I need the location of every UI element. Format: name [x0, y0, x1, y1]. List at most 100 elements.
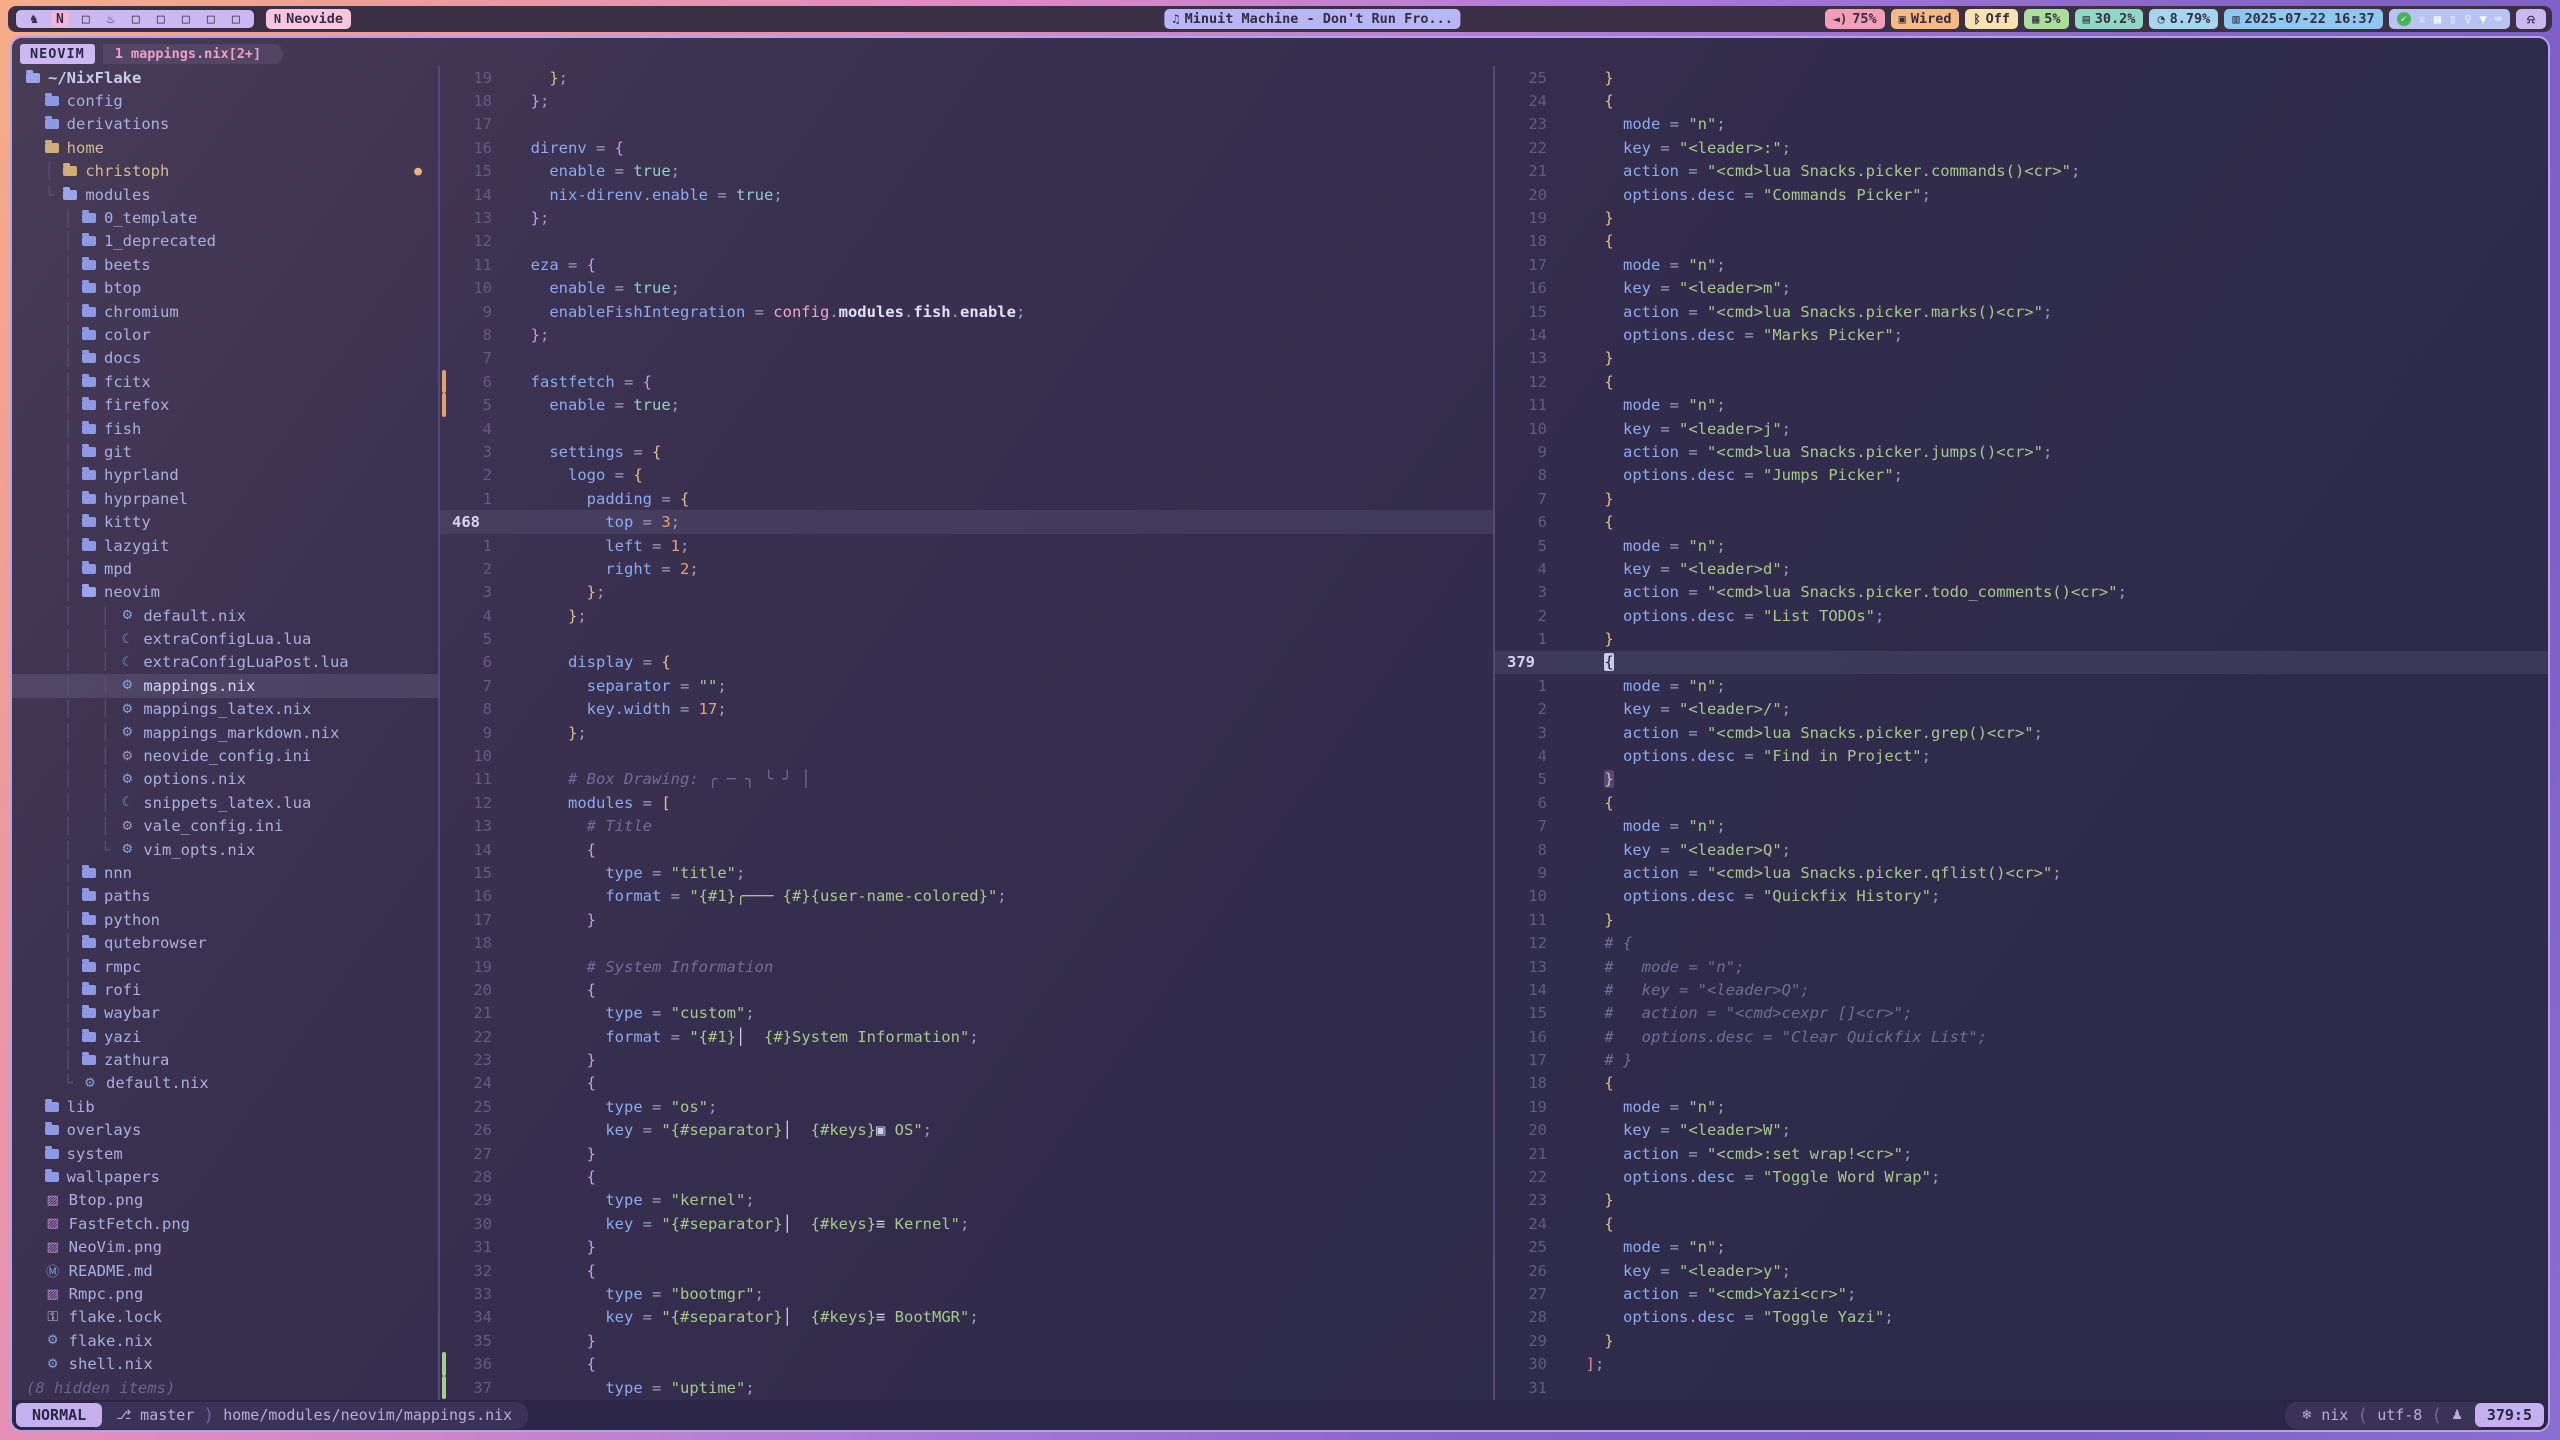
code-line[interactable]: 28 {	[440, 1165, 1493, 1188]
code-line[interactable]: 14 options.desc = "Marks Picker";	[1495, 323, 2548, 346]
check-circle-icon[interactable]: ✓	[2397, 12, 2411, 26]
code-line[interactable]: 7 }	[1495, 487, 2548, 510]
code-line[interactable]: 1 padding = {	[440, 487, 1493, 510]
tree-item-mappings-latex-nix[interactable]: │ │ ⚙mappings_latex.nix	[26, 698, 438, 721]
tree-item-config[interactable]: config	[26, 89, 438, 112]
code-line[interactable]: 1 mode = "n";	[1495, 674, 2548, 697]
code-line[interactable]: 10 enable = true;	[440, 277, 1493, 300]
code-line[interactable]: 7 separator = "";	[440, 674, 1493, 697]
workspace-workspace-9[interactable]: □	[228, 11, 244, 27]
code-line[interactable]: 9 };	[440, 721, 1493, 744]
code-line[interactable]: 25 type = "os";	[440, 1095, 1493, 1118]
tree-item-neovide-config-ini[interactable]: │ │ ⚙neovide_config.ini	[26, 744, 438, 767]
code-line[interactable]: 29 type = "kernel";	[440, 1189, 1493, 1212]
key-icon[interactable]: ♀	[2464, 12, 2471, 26]
tree-item-lib[interactable]: lib	[26, 1095, 438, 1118]
code-line[interactable]: 18 {	[1495, 1072, 2548, 1095]
code-line[interactable]: 14 # key = "<leader>Q";	[1495, 978, 2548, 1001]
code-line[interactable]: 468 top = 3;	[440, 510, 1493, 533]
tree-item-default-nix[interactable]: └ ⚙default.nix	[26, 1072, 438, 1095]
tree-item-qutebrowser[interactable]: │ qutebrowser	[26, 931, 438, 954]
tree-item-git[interactable]: │ git	[26, 440, 438, 463]
code-line[interactable]: 2 key = "<leader>/";	[1495, 698, 2548, 721]
tree-item-vim-opts-nix[interactable]: │ └ ⚙vim_opts.nix	[26, 838, 438, 861]
code-line[interactable]: 25 }	[1495, 66, 2548, 89]
tree-item-default-nix[interactable]: │ │ ⚙default.nix	[26, 604, 438, 627]
code-line[interactable]: 19 };	[440, 66, 1493, 89]
code-line[interactable]: 10	[440, 744, 1493, 767]
code-line[interactable]: 8 key = "<leader>Q";	[1495, 838, 2548, 861]
code-line[interactable]: 15 enable = true;	[440, 160, 1493, 183]
code-line[interactable]: 6 {	[1495, 510, 2548, 533]
code-line[interactable]: 18 };	[440, 89, 1493, 112]
memory-chip[interactable]: ▤30.2%	[2075, 9, 2144, 29]
code-line[interactable]: 13 # mode = "n";	[1495, 955, 2548, 978]
code-line[interactable]: 19 # System Information	[440, 955, 1493, 978]
code-line[interactable]: 24 {	[1495, 89, 2548, 112]
code-pane-right[interactable]: 25 }24 {23 mode = "n";22 key = "<leader>…	[1495, 66, 2548, 1400]
tree-item-options-nix[interactable]: │ │ ⚙options.nix	[26, 768, 438, 791]
tab-mappings-nix[interactable]: 1 mappings.nix[2+]	[103, 44, 283, 64]
disk-chip[interactable]: ◔8.79%	[2149, 9, 2218, 29]
workspace-fire[interactable]: ♨	[103, 11, 119, 27]
code-line[interactable]: 22 options.desc = "Toggle Word Wrap";	[1495, 1165, 2548, 1188]
tree-item-waybar[interactable]: │ waybar	[26, 1002, 438, 1025]
tree-item-fcitx[interactable]: │ fcitx	[26, 370, 438, 393]
code-line[interactable]: 12	[440, 230, 1493, 253]
tree-item-1-deprecated[interactable]: │ 1_deprecated	[26, 230, 438, 253]
workspace-workspace-8[interactable]: □	[203, 11, 219, 27]
tree-item-0-template[interactable]: │ 0_template	[26, 206, 438, 229]
code-line[interactable]: 2 logo = {	[440, 464, 1493, 487]
tree-item-snippets-latex-lua[interactable]: │ │ ☾snippets_latex.lua	[26, 791, 438, 814]
code-line[interactable]: 21 action = "<cmd>:set wrap!<cr>";	[1495, 1142, 2548, 1165]
code-line[interactable]: 24 {	[1495, 1212, 2548, 1235]
tree-item-vale-config-ini[interactable]: │ │ ⚙vale_config.ini	[26, 815, 438, 838]
code-line[interactable]: 15 type = "title";	[440, 861, 1493, 884]
code-line[interactable]: 18	[440, 931, 1493, 954]
tree-item-extraconfiglua-lua[interactable]: │ │ ☾extraConfigLua.lua	[26, 627, 438, 650]
code-line[interactable]: 3 action = "<cmd>lua Snacks.picker.todo_…	[1495, 581, 2548, 604]
code-line[interactable]: 15 action = "<cmd>lua Snacks.picker.mark…	[1495, 300, 2548, 323]
tree-item-fastfetch-png[interactable]: ▨FastFetch.png	[26, 1212, 438, 1235]
code-line[interactable]: 16 # options.desc = "Clear Quickfix List…	[1495, 1025, 2548, 1048]
phone-icon[interactable]: ▯	[2449, 12, 2456, 26]
tree-item-mappings-markdown-nix[interactable]: │ │ ⚙mappings_markdown.nix	[26, 721, 438, 744]
tree-item-rmpc-png[interactable]: ▨Rmpc.png	[26, 1282, 438, 1305]
tree-item-firefox[interactable]: │ firefox	[26, 393, 438, 416]
workspace-neovide[interactable]: N	[51, 11, 69, 27]
code-line[interactable]: 3 action = "<cmd>lua Snacks.picker.grep(…	[1495, 721, 2548, 744]
code-line[interactable]: 9 action = "<cmd>lua Snacks.picker.qflis…	[1495, 861, 2548, 884]
code-line[interactable]: 8 key.width = 17;	[440, 698, 1493, 721]
code-line[interactable]: 2 right = 2;	[440, 557, 1493, 580]
tree-item-neovim[interactable]: │ neovim	[26, 581, 438, 604]
crown-icon[interactable]: ♕	[2419, 12, 2426, 26]
code-line[interactable]: 10 key = "<leader>j";	[1495, 417, 2548, 440]
code-line[interactable]: 30 ];	[1495, 1352, 2548, 1375]
bluetooth-chip[interactable]: ᛒOff	[1965, 9, 2018, 29]
code-line[interactable]: 30 key = "{#separator}│ {#keys}≡ Kernel"…	[440, 1212, 1493, 1235]
code-line[interactable]: 21 type = "custom";	[440, 1002, 1493, 1025]
tree-item-color[interactable]: │ color	[26, 323, 438, 346]
tree-item-docs[interactable]: │ docs	[26, 347, 438, 370]
workspace-workspace-7[interactable]: □	[178, 11, 194, 27]
code-line[interactable]: 4 options.desc = "Find in Project";	[1495, 744, 2548, 767]
code-line[interactable]: 16 key = "<leader>m";	[1495, 277, 2548, 300]
tree-item-derivations[interactable]: derivations	[26, 113, 438, 136]
code-line[interactable]: 24 {	[440, 1072, 1493, 1095]
funnel-icon[interactable]: ▼	[2480, 12, 2487, 26]
code-line[interactable]: 2 options.desc = "List TODOs";	[1495, 604, 2548, 627]
code-line[interactable]: 14 nix-direnv.enable = true;	[440, 183, 1493, 206]
code-line[interactable]: 23 mode = "n";	[1495, 113, 2548, 136]
code-line[interactable]: 27 }	[440, 1142, 1493, 1165]
code-line[interactable]: 32 {	[440, 1259, 1493, 1282]
workspace-kitty[interactable]: ♞	[26, 11, 42, 27]
workspace-workspace-3[interactable]: □	[78, 11, 94, 27]
code-line[interactable]: 28 options.desc = "Toggle Yazi";	[1495, 1306, 2548, 1329]
code-line[interactable]: 3 };	[440, 581, 1493, 604]
tree-item-btop-png[interactable]: ▨Btop.png	[26, 1189, 438, 1212]
code-line[interactable]: 11 eza = {	[440, 253, 1493, 276]
code-line[interactable]: 11 # Box Drawing: ╭ ─ ╮ ╰ ╯ │	[440, 768, 1493, 791]
code-line[interactable]: 35 }	[440, 1329, 1493, 1352]
network-chip[interactable]: ▣Wired	[1891, 9, 1960, 29]
tree-item-modules[interactable]: └ modules	[26, 183, 438, 206]
